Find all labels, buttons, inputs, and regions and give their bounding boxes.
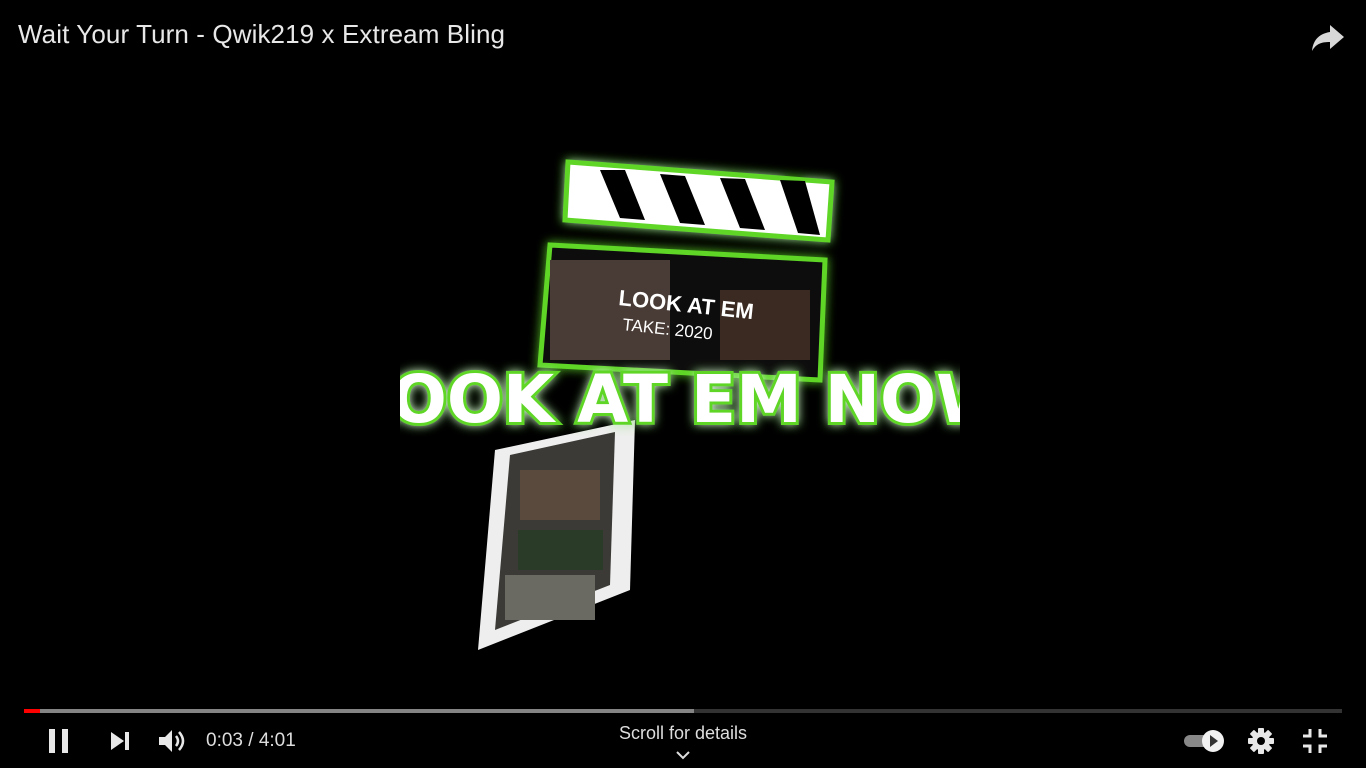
duration: 4:01 bbox=[258, 730, 296, 751]
pause-button[interactable] bbox=[40, 724, 78, 758]
share-button[interactable] bbox=[1308, 18, 1348, 58]
logo-text: LOOK AT EM NOW bbox=[400, 361, 960, 438]
autoplay-toggle-icon bbox=[1184, 730, 1224, 752]
exit-fullscreen-icon bbox=[1303, 729, 1327, 753]
time-display: 0:03 / 4:01 bbox=[206, 730, 296, 752]
next-icon bbox=[111, 732, 129, 750]
volume-icon bbox=[159, 730, 185, 752]
video-frame[interactable]: LOOK AT EM TAKE: 2020 LOOK AT EM NOW bbox=[400, 150, 960, 660]
settings-button[interactable] bbox=[1244, 724, 1278, 758]
clapperboard bbox=[537, 159, 835, 383]
scroll-chevron[interactable] bbox=[675, 748, 691, 766]
video-title[interactable]: Wait Your Turn - Qwik219 x Extream Bling bbox=[18, 19, 505, 50]
time-separator: / bbox=[248, 730, 254, 751]
volume-button[interactable] bbox=[154, 724, 192, 758]
share-icon bbox=[1312, 25, 1344, 51]
progress-buffered bbox=[24, 709, 694, 713]
progress-bar[interactable] bbox=[24, 709, 1342, 713]
gear-icon bbox=[1248, 728, 1274, 754]
chevron-down-icon bbox=[676, 751, 690, 760]
pause-icon bbox=[49, 729, 68, 753]
autoplay-toggle[interactable] bbox=[1180, 724, 1228, 758]
current-time: 0:03 bbox=[206, 730, 243, 751]
progress-played bbox=[24, 709, 41, 713]
film-strip bbox=[478, 420, 635, 650]
exit-fullscreen-button[interactable] bbox=[1298, 724, 1332, 758]
video-artwork: LOOK AT EM TAKE: 2020 LOOK AT EM NOW bbox=[400, 159, 960, 650]
scroll-for-details[interactable]: Scroll for details bbox=[583, 723, 783, 744]
next-button[interactable] bbox=[102, 724, 138, 758]
